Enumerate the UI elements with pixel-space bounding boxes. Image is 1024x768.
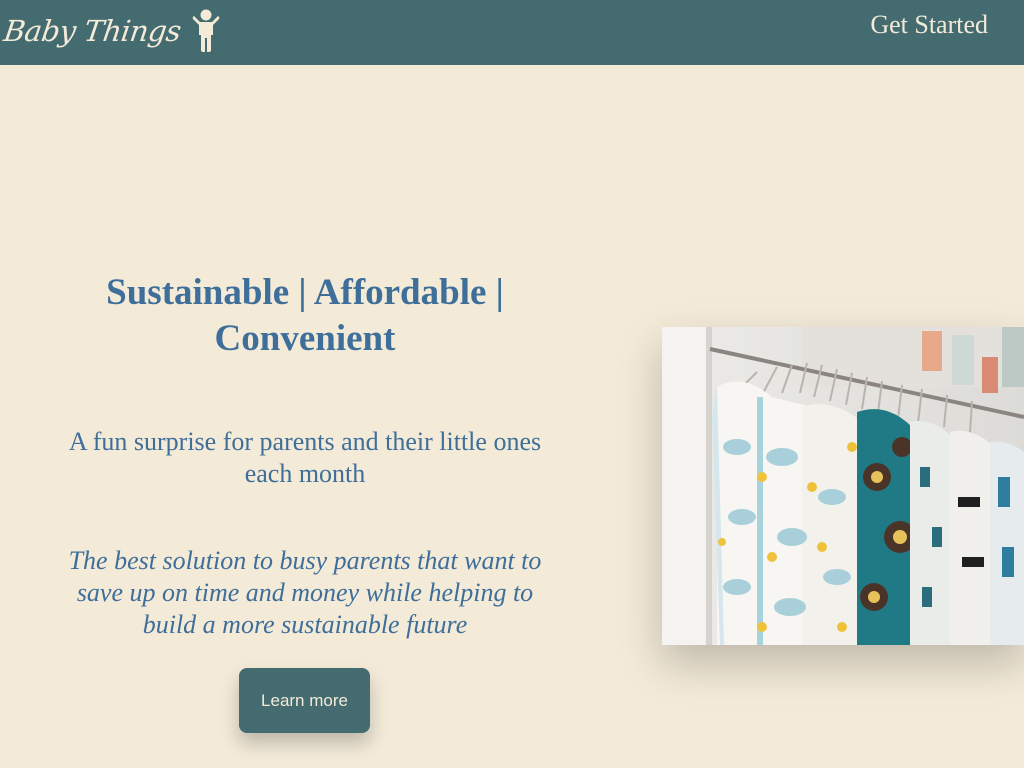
brand-logo[interactable]: Baby Things bbox=[1, 6, 223, 56]
hero-text-block: Sustainable | Affordable | Convenient A … bbox=[60, 270, 550, 641]
learn-more-button[interactable]: Learn more bbox=[239, 668, 370, 733]
brand-name: Baby Things bbox=[1, 14, 184, 48]
get-started-link[interactable]: Get Started bbox=[870, 10, 988, 40]
hero-headline: Sustainable | Affordable | Convenient bbox=[106, 272, 504, 359]
top-navbar: Baby Things Get Started bbox=[0, 0, 1024, 65]
child-icon bbox=[189, 9, 223, 53]
hero-subheadline: A fun surprise for parents and their lit… bbox=[68, 427, 542, 488]
baby-clothes-photo bbox=[662, 327, 1024, 645]
hero-tagline: The best solution to busy parents that w… bbox=[68, 546, 542, 639]
